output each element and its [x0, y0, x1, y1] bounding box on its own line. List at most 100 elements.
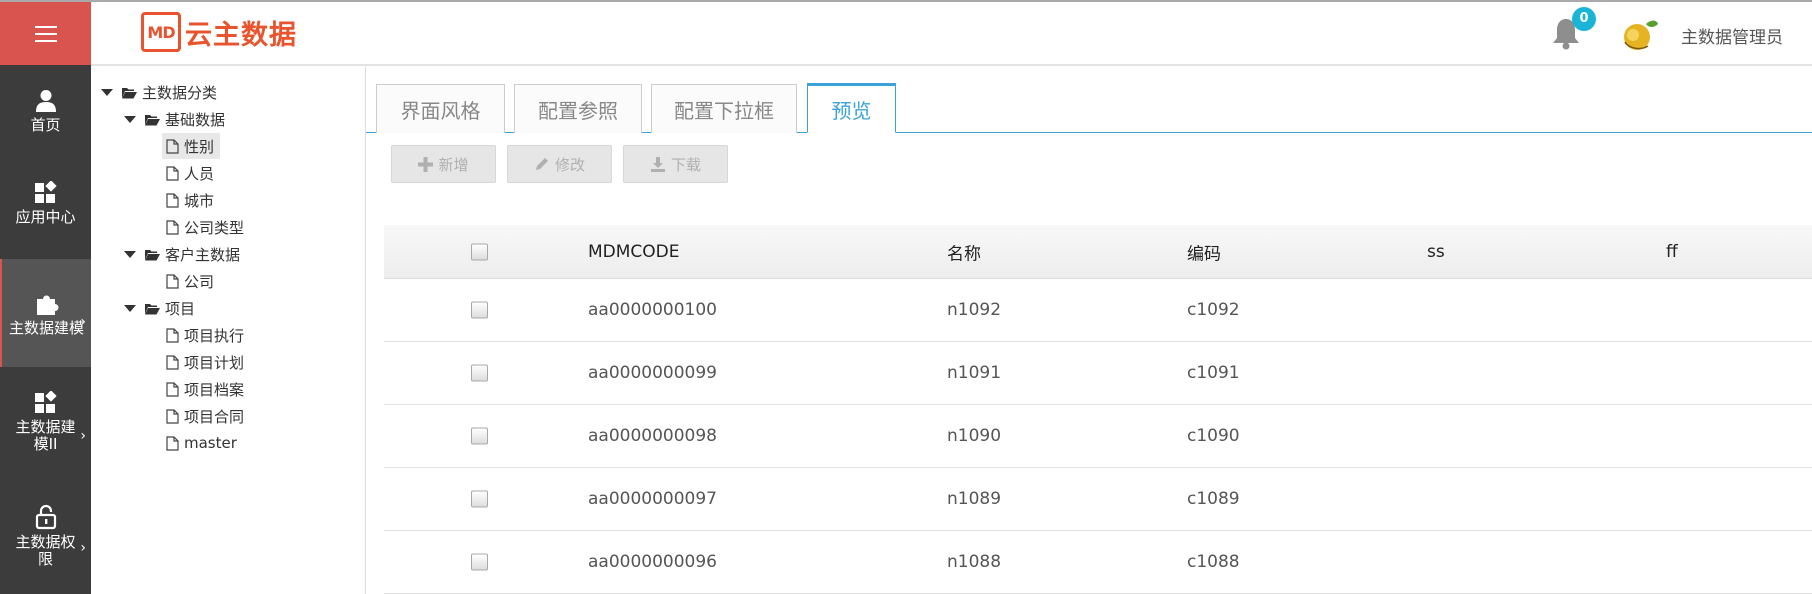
table-row[interactable]: aa0000000099 n1091 c1091: [384, 342, 1812, 405]
caret-down-icon: [101, 88, 113, 96]
tree-node-label: 人员: [184, 164, 215, 183]
caret-down-icon: [124, 115, 136, 123]
apps-icon: [34, 180, 57, 203]
tree-node-label: 项目合同: [184, 407, 245, 426]
tree-item-gender[interactable]: 性别: [162, 133, 221, 159]
cell-mdmcode: aa0000000099: [588, 363, 717, 383]
tree-item-master[interactable]: master: [166, 430, 237, 456]
cell-mdmcode: aa0000000097: [588, 489, 717, 509]
user-name[interactable]: 主数据管理员: [1681, 23, 1783, 48]
tree-item-project-plan[interactable]: 项目计划: [166, 349, 244, 375]
column-header-ff[interactable]: ff: [1666, 242, 1678, 262]
tab-preview[interactable]: 预览: [807, 83, 896, 133]
table-row[interactable]: aa0000000098 n1090 c1090: [384, 405, 1812, 468]
folder-open-icon: [144, 248, 160, 261]
tab-config-reference[interactable]: 配置参照: [514, 84, 642, 133]
tree-item-project-contract[interactable]: 项目合同: [166, 403, 244, 429]
download-button[interactable]: 下载: [623, 145, 728, 183]
add-button[interactable]: 新增: [391, 145, 496, 183]
tree-node-label: 公司: [184, 272, 215, 291]
tree-node-label: 城市: [184, 191, 215, 210]
sidebar-item-mdm-modeling-2[interactable]: 主数据建模II ›: [0, 372, 91, 472]
tree-node-label: 项目档案: [184, 380, 245, 399]
sidebar-item-mdm-modeling[interactable]: 主数据建模 ›: [0, 259, 91, 367]
main-sidebar: 首页 应用中心 主数据建模 › 主数据建模II › 主数据权限 ›: [0, 2, 91, 594]
cell-code: c1092: [1187, 300, 1240, 320]
row-checkbox[interactable]: [471, 553, 488, 571]
table-row[interactable]: aa0000000096 n1088 c1088: [384, 531, 1812, 594]
folder-open-icon: [144, 113, 160, 126]
file-icon: [166, 165, 179, 181]
tree-node-label: 客户主数据: [165, 245, 241, 264]
select-all-checkbox[interactable]: [471, 243, 488, 260]
folder-open-icon: [121, 86, 137, 99]
avatar[interactable]: [1620, 16, 1660, 52]
tree-folder-project[interactable]: 项目: [124, 295, 195, 321]
tree-node-label: 基础数据: [165, 110, 226, 129]
row-checkbox[interactable]: [471, 301, 488, 319]
file-icon: [166, 192, 179, 208]
chevron-right-icon: ›: [80, 428, 86, 444]
add-button-label: 新增: [438, 155, 469, 174]
cell-name: n1092: [947, 300, 1002, 320]
tree-folder-basic-data[interactable]: 基础数据: [124, 106, 225, 132]
chevron-right-icon: ›: [80, 314, 86, 330]
row-checkbox[interactable]: [471, 364, 488, 382]
tree-node-label: 项目计划: [184, 353, 245, 372]
plus-icon: [418, 156, 434, 172]
row-checkbox[interactable]: [471, 490, 488, 508]
cell-mdmcode: aa0000000100: [588, 300, 717, 320]
file-icon: [166, 219, 179, 235]
edit-button[interactable]: 修改: [507, 145, 612, 183]
tree-item-city[interactable]: 城市: [166, 187, 214, 213]
tree-node-label: 主数据分类: [142, 83, 218, 102]
sidebar-item-label: 主数据建模: [8, 318, 84, 337]
tree-item-company-type[interactable]: 公司类型: [166, 214, 244, 240]
cell-mdmcode: aa0000000098: [588, 426, 717, 446]
edit-button-label: 修改: [554, 155, 585, 174]
file-icon: [166, 435, 179, 451]
tree-item-personnel[interactable]: 人员: [166, 160, 214, 186]
cell-name: n1089: [947, 489, 1002, 509]
sidebar-item-mdm-permission[interactable]: 主数据权限 ›: [0, 482, 91, 590]
tab-ui-style[interactable]: 界面风格: [376, 84, 505, 133]
download-icon: [650, 157, 665, 172]
pencil-icon: [535, 158, 548, 170]
category-tree: 主数据分类 基础数据 性别 人员 城市 公司类型 客户主数据 公司 项目 项目执…: [91, 66, 366, 594]
sidebar-item-label: 应用中心: [15, 207, 76, 226]
logo-mark: MD: [141, 12, 181, 52]
tree-folder-customer[interactable]: 客户主数据: [124, 241, 240, 267]
sidebar-item-app-center[interactable]: 应用中心: [0, 157, 91, 249]
column-header-name[interactable]: 名称: [947, 239, 981, 264]
brand-logo[interactable]: MD 云主数据: [141, 12, 297, 52]
tab-config-dropdown[interactable]: 配置下拉框: [651, 84, 797, 133]
cell-code: c1089: [1187, 489, 1240, 509]
sidebar-item-home[interactable]: 首页: [0, 65, 91, 157]
table-row[interactable]: aa0000000100 n1092 c1092: [384, 279, 1812, 342]
menu-toggle-button[interactable]: [0, 2, 91, 65]
cell-name: n1090: [947, 426, 1002, 446]
tree-item-project-execution[interactable]: 项目执行: [166, 322, 244, 348]
tree-folder-root[interactable]: 主数据分类: [101, 79, 217, 105]
lock-icon: [35, 504, 56, 530]
tree-item-company[interactable]: 公司: [166, 268, 214, 294]
puzzle-icon: [36, 295, 58, 315]
cell-code: c1088: [1187, 552, 1240, 572]
tree-node-label: 项目执行: [184, 326, 245, 345]
column-header-mdmcode[interactable]: MDMCODE: [588, 242, 680, 262]
tree-node-label: master: [184, 434, 237, 452]
table-header: MDMCODE 名称 编码 ss ff: [384, 225, 1812, 279]
tree-node-label: 项目: [165, 299, 196, 318]
tree-node-label: 公司类型: [184, 218, 245, 237]
cell-code: c1091: [1187, 363, 1240, 383]
sidebar-item-label: 主数据建模II: [15, 418, 76, 453]
cell-code: c1090: [1187, 426, 1240, 446]
table-row[interactable]: aa0000000097 n1089 c1089: [384, 468, 1812, 531]
tab-bar: 界面风格 配置参照 配置下拉框 预览: [366, 66, 1812, 133]
row-checkbox[interactable]: [471, 427, 488, 445]
column-header-code[interactable]: 编码: [1187, 239, 1221, 264]
notification-badge: 0: [1572, 7, 1596, 31]
column-header-ss[interactable]: ss: [1427, 242, 1445, 262]
cell-mdmcode: aa0000000096: [588, 552, 717, 572]
tree-item-project-archive[interactable]: 项目档案: [166, 376, 244, 402]
